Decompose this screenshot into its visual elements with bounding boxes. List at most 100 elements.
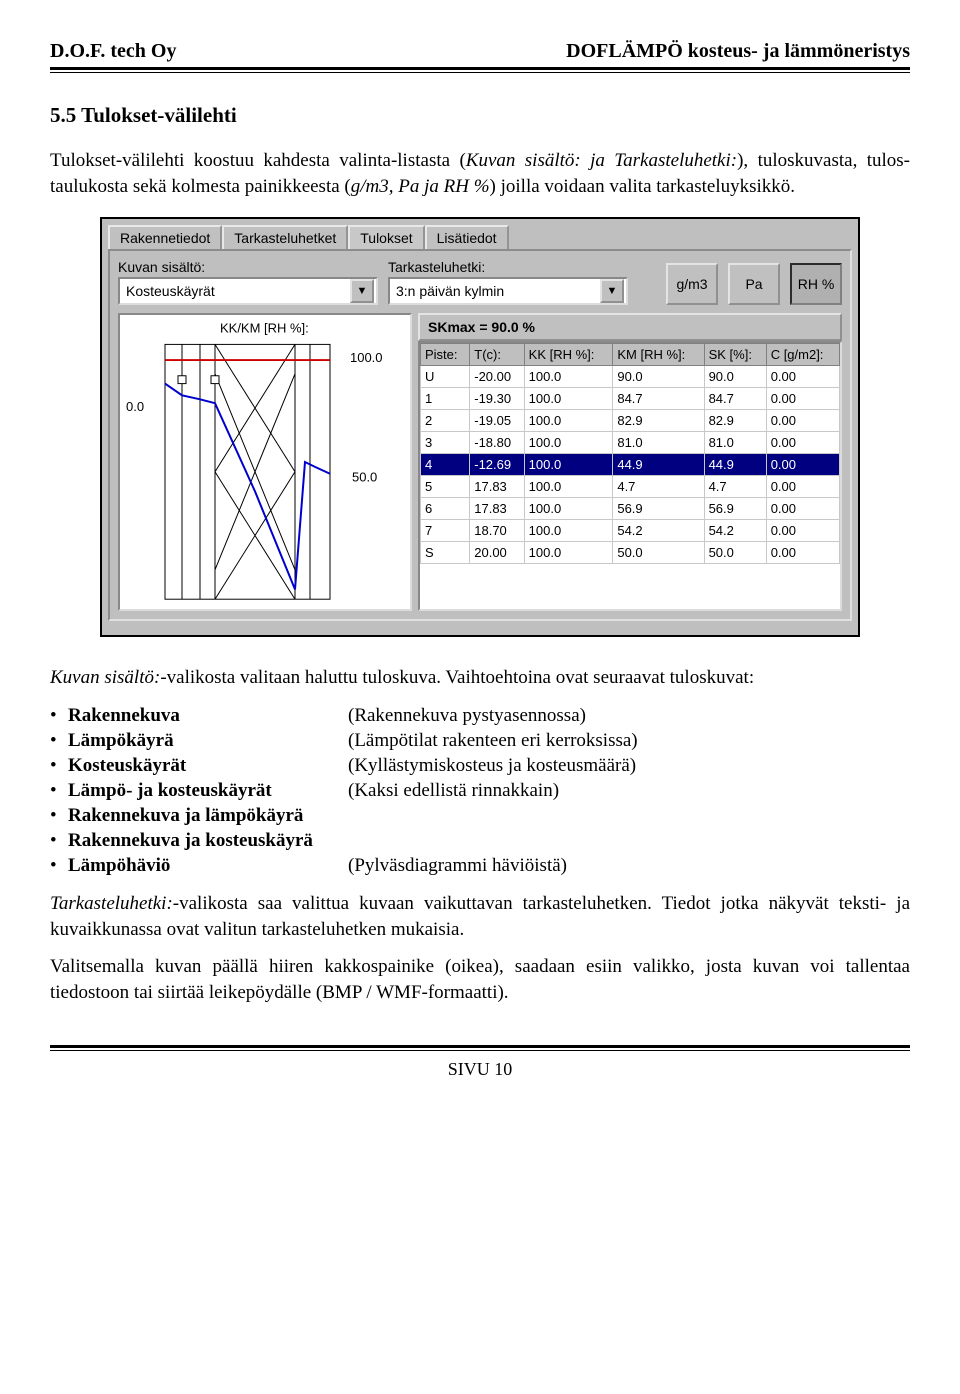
col-header[interactable]: KM [RH %]: xyxy=(613,344,704,366)
chart-title-text: KK/KM [RH %]: xyxy=(220,321,309,336)
table-cell: 5 xyxy=(421,476,470,498)
table-cell: 84.7 xyxy=(613,388,704,410)
tab-panel: Kuvan sisältö: Kosteuskäyrät ▼ Tarkastel… xyxy=(108,249,852,621)
table-cell: 4.7 xyxy=(613,476,704,498)
dd2-label: Tarkasteluhetki: xyxy=(388,259,628,275)
table-cell: 2 xyxy=(421,410,470,432)
tab-rakennetiedot[interactable]: Rakennetiedot xyxy=(108,225,222,249)
unit-rh-button[interactable]: RH % xyxy=(790,263,842,305)
dd-tarkasteluhetki[interactable]: 3:n päivän kylmin ▼ xyxy=(388,277,628,305)
table-cell: 44.9 xyxy=(704,454,766,476)
table-cell: 54.2 xyxy=(613,520,704,542)
footer-rule-thin xyxy=(50,1050,910,1051)
options-list: •Rakennekuva(Rakennekuva pystyasennossa)… xyxy=(50,705,910,877)
chevron-down-icon: ▼ xyxy=(350,279,374,303)
page-number: SIVU 10 xyxy=(50,1059,910,1080)
table-cell: 0.00 xyxy=(766,498,839,520)
table-row[interactable]: 2-19.05100.082.982.90.00 xyxy=(421,410,840,432)
body3: Tarkasteluhetki:-valikosta saa valittua … xyxy=(50,891,910,942)
option-desc: (Lämpötilat rakenteen eri kerroksissa) xyxy=(348,730,910,752)
table-cell: 1 xyxy=(421,388,470,410)
table-cell: 100.0 xyxy=(524,410,613,432)
option-desc: (Kaksi edellistä rinnakkain) xyxy=(348,780,910,802)
dd1-value: Kosteuskäyrät xyxy=(120,283,348,299)
table-cell: 0.00 xyxy=(766,432,839,454)
table-cell: 0.00 xyxy=(766,454,839,476)
header-left: D.O.F. tech Oy xyxy=(50,40,176,63)
list-item: •Rakennekuva(Rakennekuva pystyasennossa) xyxy=(50,705,910,727)
dd2-value: 3:n päivän kylmin xyxy=(390,283,598,299)
table-cell: 17.83 xyxy=(470,476,524,498)
bullet-icon: • xyxy=(50,730,68,752)
table-cell: U xyxy=(421,366,470,388)
col-header[interactable]: Piste: xyxy=(421,344,470,366)
rule-thin xyxy=(50,72,910,73)
table-cell: S xyxy=(421,542,470,564)
table-cell: -20.00 xyxy=(470,366,524,388)
x-tick-left: 0.0 xyxy=(126,399,144,414)
bullet-icon: • xyxy=(50,780,68,802)
table-cell: 90.0 xyxy=(613,366,704,388)
table-cell: 0.00 xyxy=(766,410,839,432)
chart-area[interactable]: KK/KM [RH %]: 100.0 50.0 0.0 xyxy=(118,313,412,611)
list-item: •Rakennekuva ja lämpökäyrä xyxy=(50,805,910,827)
option-label: Rakennekuva ja kosteuskäyrä xyxy=(68,830,348,852)
tab-lisatiedot[interactable]: Lisätiedot xyxy=(425,225,509,249)
table-row[interactable]: 3-18.80100.081.081.00.00 xyxy=(421,432,840,454)
y-tick-100: 100.0 xyxy=(350,350,383,365)
intro-paragraph: Tulokset-välilehti koostuu kahdesta vali… xyxy=(50,148,910,199)
bullet-icon: • xyxy=(50,830,68,852)
results-table[interactable]: Piste:T(c):KK [RH %]:KM [RH %]:SK [%]:C … xyxy=(418,341,842,611)
table-cell: 81.0 xyxy=(613,432,704,454)
table-cell: 0.00 xyxy=(766,542,839,564)
skmax-label: SKmax = 90.0 % xyxy=(418,313,842,341)
body2: Kuvan sisältö:-valikosta valitaan halutt… xyxy=(50,665,910,691)
table-row[interactable]: S20.00100.050.050.00.00 xyxy=(421,542,840,564)
option-label: Lämpö- ja kosteuskäyrät xyxy=(68,780,348,802)
list-item: •Kosteuskäyrät(Kyllästymiskosteus ja kos… xyxy=(50,755,910,777)
table-row[interactable]: U-20.00100.090.090.00.00 xyxy=(421,366,840,388)
table-cell: -19.05 xyxy=(470,410,524,432)
list-item: •Rakennekuva ja kosteuskäyrä xyxy=(50,830,910,852)
option-label: Kosteuskäyrät xyxy=(68,755,348,777)
table-row[interactable]: 718.70100.054.254.20.00 xyxy=(421,520,840,542)
section-title: 5.5 Tulokset-välilehti xyxy=(50,103,910,128)
tab-tarkasteluhetket[interactable]: Tarkasteluhetket xyxy=(222,225,348,249)
y-tick-50: 50.0 xyxy=(352,470,377,485)
table-cell: 3 xyxy=(421,432,470,454)
bullet-icon: • xyxy=(50,805,68,827)
table-cell: 4 xyxy=(421,454,470,476)
col-header[interactable]: T(c): xyxy=(470,344,524,366)
dd-kuvan-sisalto[interactable]: Kosteuskäyrät ▼ xyxy=(118,277,378,305)
table-cell: 100.0 xyxy=(524,542,613,564)
col-header[interactable]: KK [RH %]: xyxy=(524,344,613,366)
rule-thick xyxy=(50,67,910,70)
col-header[interactable]: SK [%]: xyxy=(704,344,766,366)
table-row[interactable]: 517.83100.04.74.70.00 xyxy=(421,476,840,498)
table-cell: 100.0 xyxy=(524,454,613,476)
table-row[interactable]: 4-12.69100.044.944.90.00 xyxy=(421,454,840,476)
table-row[interactable]: 1-19.30100.084.784.70.00 xyxy=(421,388,840,410)
unit-gm3-button[interactable]: g/m3 xyxy=(666,263,718,305)
list-item: •Lämpökäyrä(Lämpötilat rakenteen eri ker… xyxy=(50,730,910,752)
table-cell: 81.0 xyxy=(704,432,766,454)
dd1-label: Kuvan sisältö: xyxy=(118,259,378,275)
table-row[interactable]: 617.83100.056.956.90.00 xyxy=(421,498,840,520)
footer-rule-thick xyxy=(50,1045,910,1048)
table-cell: 0.00 xyxy=(766,388,839,410)
table-cell: 44.9 xyxy=(613,454,704,476)
table-cell: 84.7 xyxy=(704,388,766,410)
option-label: Lämpökäyrä xyxy=(68,730,348,752)
table-cell: 6 xyxy=(421,498,470,520)
table-cell: 50.0 xyxy=(704,542,766,564)
table-cell: 100.0 xyxy=(524,366,613,388)
table-cell: 0.00 xyxy=(766,520,839,542)
tab-tulokset[interactable]: Tulokset xyxy=(348,225,424,249)
col-header[interactable]: C [g/m2]: xyxy=(766,344,839,366)
table-cell: 82.9 xyxy=(704,410,766,432)
unit-pa-button[interactable]: Pa xyxy=(728,263,780,305)
table-cell: 7 xyxy=(421,520,470,542)
table-cell: 20.00 xyxy=(470,542,524,564)
option-label: Rakennekuva ja lämpökäyrä xyxy=(68,805,348,827)
table-cell: -18.80 xyxy=(470,432,524,454)
